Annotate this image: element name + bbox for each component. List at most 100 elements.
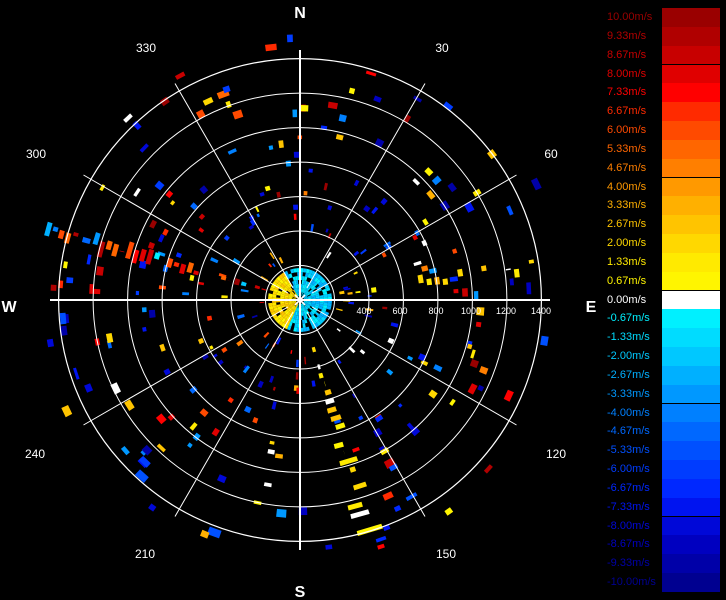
echo-gate xyxy=(336,328,341,332)
echo-gate xyxy=(198,281,205,286)
bearing-label-150: 150 xyxy=(436,547,456,561)
azimuth-line xyxy=(311,174,517,294)
colorbar-level-label: 6.67m/s xyxy=(607,105,647,118)
echo-gate xyxy=(44,221,53,237)
colorbar-level: -2.00m/s xyxy=(604,347,722,366)
azimuth-line xyxy=(83,306,289,426)
echo-gate xyxy=(221,295,228,299)
echo-gate xyxy=(326,406,337,414)
colorbar-level: -10.00m/s xyxy=(604,573,722,592)
colorbar-swatch xyxy=(662,102,720,121)
colorbar-swatch xyxy=(662,177,720,197)
echo-gate xyxy=(209,345,214,350)
echo-gate xyxy=(475,321,482,328)
echo-gate xyxy=(276,191,281,198)
echo-gate xyxy=(52,226,59,233)
echo-gate xyxy=(470,349,476,359)
azimuth-line xyxy=(83,174,289,294)
echo-gate xyxy=(424,167,434,177)
echo-gate xyxy=(453,288,459,294)
colorbar-level-label: 7.33m/s xyxy=(607,86,647,99)
echo-gate xyxy=(263,482,272,488)
echo-gate xyxy=(442,278,449,285)
echo-gate xyxy=(154,180,165,191)
echo-gate xyxy=(92,232,101,246)
echo-gate xyxy=(338,114,347,123)
echo-gate xyxy=(175,252,182,258)
colorbar-swatch xyxy=(662,8,720,27)
colorbar-level: -0.67m/s xyxy=(604,309,722,329)
echo-gate xyxy=(148,503,157,512)
echo-gate xyxy=(265,43,277,52)
echo-gate xyxy=(278,257,284,264)
echo-gate xyxy=(417,274,424,284)
echo-gate xyxy=(382,491,394,501)
echo-gate xyxy=(337,359,342,365)
echo-gate xyxy=(198,213,206,220)
range-label-400: 400 xyxy=(356,306,371,316)
colorbar-level: -8.67m/s xyxy=(604,535,722,555)
colorbar-level: 2.67m/s xyxy=(604,215,722,234)
colorbar-level: -7.33m/s xyxy=(604,497,722,517)
colorbar-level: -4.00m/s xyxy=(604,403,722,423)
echo-gate xyxy=(187,442,193,449)
colorbar-level: 3.33m/s xyxy=(604,196,722,216)
colorbar-level-label: 10.00m/s xyxy=(607,11,653,23)
colorbar-swatch xyxy=(662,234,720,253)
echo-gate xyxy=(339,456,359,467)
echo-gate xyxy=(92,288,101,295)
echo-gate xyxy=(360,248,367,255)
echo-gate xyxy=(119,250,125,253)
echo-gate xyxy=(120,446,130,456)
echo-gate xyxy=(367,295,372,297)
colorbar-level-label: 3.33m/s xyxy=(607,199,647,212)
colorbar-swatch xyxy=(662,441,720,460)
colorbar-level: 0.00m/s xyxy=(604,290,722,310)
echo-gate xyxy=(159,343,166,352)
echo-gate xyxy=(217,359,224,366)
colorbar-swatch xyxy=(662,64,720,84)
echo-gate xyxy=(240,289,249,293)
colorbar-level-label: 2.00m/s xyxy=(607,237,647,250)
echo-gate xyxy=(319,295,324,298)
echo-gate xyxy=(325,544,333,550)
colorbar-swatch xyxy=(662,196,720,216)
colorbar-level-label: 4.67m/s xyxy=(607,161,647,174)
colorbar-swatch xyxy=(662,328,720,347)
colorbar-level-label: -2.00m/s xyxy=(607,350,650,363)
echo-gate xyxy=(267,449,275,455)
colorbar-swatch xyxy=(662,158,720,178)
echo-gate xyxy=(359,349,366,355)
echo-gate xyxy=(380,197,388,206)
echo-gate xyxy=(269,440,275,445)
echo-gate xyxy=(232,109,244,120)
echo-gate xyxy=(327,101,338,110)
echo-gate xyxy=(350,509,370,519)
azimuth-line xyxy=(311,306,517,426)
colorbar-level: 8.00m/s xyxy=(604,64,722,84)
colorbar-level: 6.67m/s xyxy=(604,102,722,121)
east-label: E xyxy=(586,299,597,316)
echo-gate xyxy=(251,314,258,319)
colorbar-level: -5.33m/s xyxy=(604,441,722,460)
colorbar-swatch xyxy=(662,215,720,234)
echo-gate xyxy=(413,260,422,267)
echo-gate xyxy=(463,201,475,213)
colorbar-swatch xyxy=(662,365,720,385)
range-grid xyxy=(50,50,550,550)
echo-gate xyxy=(353,250,360,257)
bearing-label-30: 30 xyxy=(435,41,449,55)
colorbar-level: -2.67m/s xyxy=(604,365,722,385)
echo-gate xyxy=(421,265,429,272)
colorbar-swatch xyxy=(662,121,720,140)
colorbar-swatch xyxy=(662,290,720,310)
echo-gate xyxy=(170,200,176,206)
echo-gate xyxy=(335,308,343,312)
echo-gate xyxy=(353,179,360,187)
colorbar-level-label: -9.33m/s xyxy=(607,557,650,570)
colorbar-level-label: -5.33m/s xyxy=(607,444,650,457)
echo-gate xyxy=(139,143,149,153)
echo-gate xyxy=(509,278,514,286)
echo-gate xyxy=(50,284,57,291)
echo-gate xyxy=(433,364,443,373)
